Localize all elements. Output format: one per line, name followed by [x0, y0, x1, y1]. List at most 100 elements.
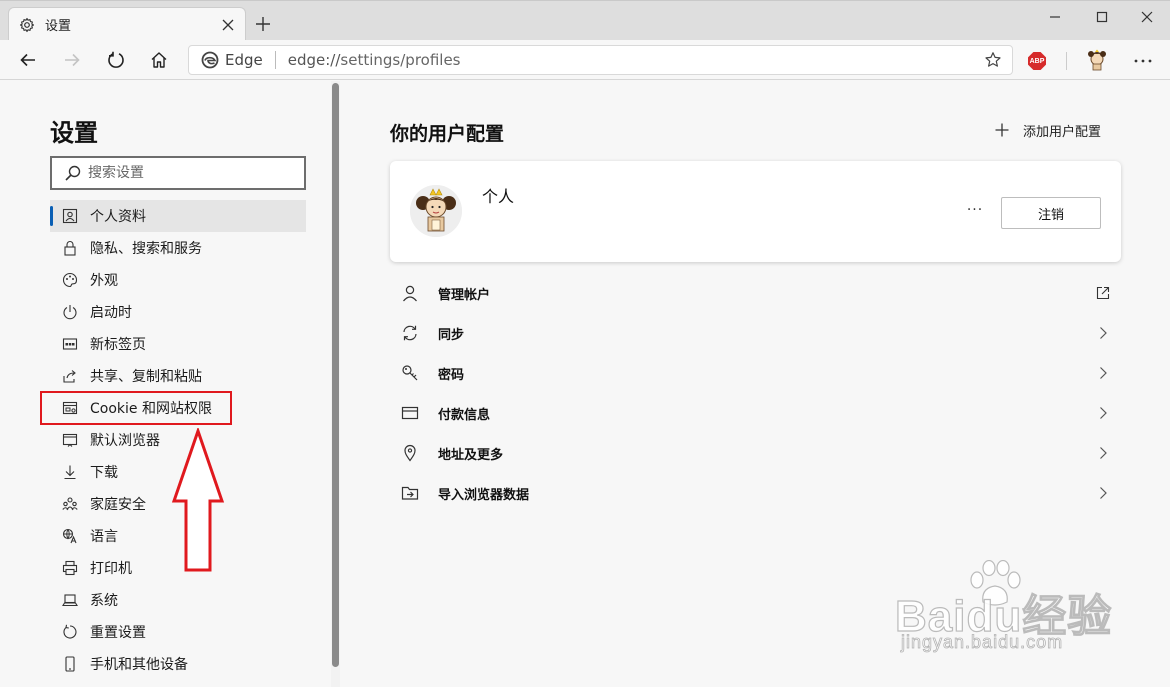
adblock-extension-icon[interactable]: ABP: [1028, 52, 1046, 70]
search-icon: [65, 165, 81, 181]
lock-icon: [64, 241, 76, 256]
maximize-button[interactable]: [1079, 1, 1125, 33]
new-tab-icon: [62, 338, 78, 350]
plus-icon: [995, 123, 1009, 137]
row-label: 管理帐户: [438, 287, 491, 303]
maximize-icon: [1096, 11, 1108, 23]
sidebar-item-label: 个人资料: [90, 209, 146, 225]
sidebar-item-label: 语言: [90, 529, 118, 545]
favorite-button[interactable]: [978, 45, 1008, 75]
row-payment-info[interactable]: 付款信息: [390, 393, 1121, 433]
row-label: 密码: [438, 367, 465, 383]
sidebar-item-label: 重置设置: [90, 625, 146, 641]
person-icon: [403, 285, 417, 302]
sidebar-item-profiles[interactable]: 个人资料: [50, 200, 306, 232]
chevron-right-icon: [1100, 327, 1107, 339]
tab-title: 设置: [45, 19, 72, 34]
sidebar-item-label: 共享、复制和粘贴: [90, 369, 202, 385]
location-icon: [404, 444, 416, 462]
row-sync[interactable]: 同步: [390, 313, 1121, 353]
row-label: 同步: [438, 327, 465, 343]
sidebar-item-appearance[interactable]: 外观: [50, 264, 306, 296]
url-path: settings/profiles: [340, 51, 461, 69]
browser-menu-button[interactable]: [1128, 50, 1158, 72]
chevron-right-icon: [1100, 447, 1107, 459]
sync-icon: [403, 325, 417, 341]
search-input[interactable]: [88, 165, 288, 181]
sidebar-item-new-tab[interactable]: 新标签页: [50, 328, 306, 360]
sidebar-item-label: 系统: [90, 593, 118, 609]
arrow-left-icon: [20, 53, 35, 67]
sidebar-item-privacy[interactable]: 隐私、搜索和服务: [50, 232, 306, 264]
row-label: 付款信息: [438, 407, 491, 423]
home-button[interactable]: [143, 44, 175, 76]
profile-more-button[interactable]: ···: [960, 199, 990, 221]
share-icon: [63, 370, 76, 383]
refresh-button[interactable]: [100, 44, 132, 76]
new-tab-button[interactable]: [252, 13, 274, 35]
chevron-right-icon: [1100, 487, 1107, 499]
row-label: 导入浏览器数据: [438, 487, 530, 503]
address-divider: [274, 51, 276, 69]
row-import-browser-data[interactable]: 导入浏览器数据: [390, 473, 1121, 513]
annotation-arrow: [171, 428, 225, 572]
family-icon: [62, 497, 78, 511]
system-icon: [62, 594, 78, 607]
arrow-right-icon: [65, 53, 80, 67]
close-tab-icon[interactable]: [217, 14, 239, 36]
sidebar-item-label: 启动时: [90, 305, 132, 321]
edge-logo-icon: [201, 51, 219, 69]
settings-search-box[interactable]: [50, 156, 306, 190]
browser-toolbar: Edge edge://settings/profiles ABP: [0, 40, 1170, 80]
close-icon: [1141, 11, 1153, 23]
sidebar-item-label: 下载: [90, 465, 118, 481]
avatar: [410, 185, 462, 237]
sidebar-item-label: 新标签页: [90, 337, 146, 353]
sidebar-item-label: 外观: [90, 273, 118, 289]
row-passwords[interactable]: 密码: [390, 353, 1121, 393]
card-icon: [401, 406, 419, 420]
profile-avatar-icon[interactable]: [1086, 49, 1108, 71]
add-profile-label: 添加用户配置: [1023, 124, 1102, 140]
forward-button[interactable]: [56, 44, 88, 76]
tab-settings[interactable]: 设置: [8, 7, 246, 41]
import-icon: [401, 486, 419, 500]
site-identity-label: Edge: [225, 51, 263, 69]
toolbar-divider: [1066, 52, 1067, 70]
profile-settings-list: 管理帐户 同步 密码 付款信息 地址及更多 导入浏览器数据: [390, 273, 1121, 513]
back-button[interactable]: [12, 44, 44, 76]
annotation-highlight-box: [40, 391, 232, 425]
settings-title: 设置: [50, 119, 98, 147]
row-label: 地址及更多: [438, 447, 504, 463]
plus-icon: [256, 17, 270, 31]
power-icon: [63, 305, 77, 320]
sidebar-scrollbar-thumb[interactable]: [332, 83, 339, 667]
address-bar[interactable]: Edge edge://settings/profiles: [188, 45, 1013, 75]
sidebar-item-label: 隐私、搜索和服务: [90, 241, 202, 257]
sidebar-item-label: 家庭安全: [90, 497, 146, 513]
profile-name: 个人: [482, 187, 515, 206]
sign-out-button[interactable]: 注销: [1001, 197, 1101, 229]
page-title: 你的用户配置: [390, 123, 505, 145]
minimize-icon: [1050, 16, 1060, 18]
minimize-button[interactable]: [1032, 1, 1078, 33]
gear-icon: [19, 17, 35, 32]
external-link-icon: [1096, 286, 1110, 300]
row-manage-account[interactable]: 管理帐户: [390, 273, 1121, 313]
baidu-watermark: Baidu经验 jingyan.baidu.com: [894, 560, 1145, 670]
home-icon: [151, 52, 167, 68]
row-addresses[interactable]: 地址及更多: [390, 433, 1121, 473]
sidebar-item-label: 默认浏览器: [90, 433, 160, 449]
reset-icon: [63, 624, 77, 639]
more-icon: [1134, 59, 1152, 63]
sidebar-item-system[interactable]: 系统: [50, 584, 306, 616]
sidebar-item-reset-settings[interactable]: 重置设置: [50, 616, 306, 648]
add-profile-button[interactable]: 添加用户配置: [995, 119, 1101, 141]
close-window-button[interactable]: [1124, 1, 1170, 33]
sidebar-item-share-copy-paste[interactable]: 共享、复制和粘贴: [50, 360, 306, 392]
sidebar-item-label: 打印机: [90, 561, 132, 577]
sidebar-item-phone-devices[interactable]: 手机和其他设备: [50, 648, 306, 680]
sidebar-item-startup[interactable]: 启动时: [50, 296, 306, 328]
refresh-icon: [108, 51, 124, 68]
sidebar-item-label: 手机和其他设备: [90, 657, 188, 673]
